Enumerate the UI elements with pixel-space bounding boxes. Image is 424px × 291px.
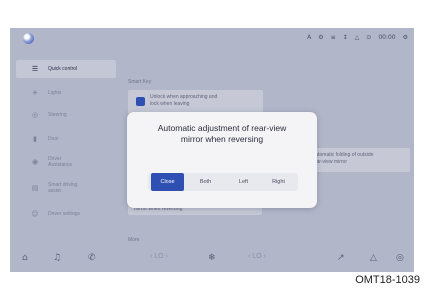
- phone-icon[interactable]: ✆: [88, 252, 96, 264]
- mirror-folding-card[interactable]: Automatic folding of outside rear-view m…: [306, 148, 410, 172]
- mirror-option-selector: Close Both Left Right: [148, 173, 298, 191]
- right-temperature-control[interactable]: ‹ LO ›: [248, 253, 266, 260]
- steering-icon: ◎: [31, 111, 39, 119]
- sidebar-item-steering[interactable]: ◎ Steering: [16, 106, 116, 124]
- status-clock: 00:00: [378, 34, 396, 41]
- door-icon: ▮: [33, 135, 37, 143]
- status-triangle-icon: △: [354, 34, 360, 41]
- unlock-setting-label: Unlock when approaching and lock when le…: [150, 94, 218, 107]
- sidebar-item-label: Quick control: [48, 66, 78, 72]
- option-left-button[interactable]: Left: [227, 173, 260, 191]
- smart-driving-icon: ▤: [31, 184, 39, 192]
- section-title-smart-key: Smart Key: [128, 79, 152, 85]
- status-icons: A ⚙ ≡ ↕ △ ⊙ 00:00 ⚙: [307, 33, 408, 43]
- sidebar-item-label: Door: [48, 136, 59, 142]
- unlock-checkbox[interactable]: [136, 97, 145, 106]
- sidebar-item-label: Driver Assistance: [48, 156, 73, 168]
- fan-icon[interactable]: ❄: [208, 252, 216, 264]
- status-circle-icon: ⊙: [366, 34, 372, 41]
- dialog-title: Automatic adjustment of rear-view mirror…: [157, 123, 287, 144]
- status-a-icon: A: [307, 34, 312, 41]
- seat-icon[interactable]: ↗: [337, 252, 345, 264]
- settings-icon[interactable]: ⚙: [403, 33, 408, 43]
- status-gear-icon: ⚙: [318, 34, 324, 41]
- option-both-button[interactable]: Both: [189, 173, 222, 191]
- bottom-bar: ⌂ ♫ ✆ ‹ LO › ❄ ‹ LO › ↗ △ ◎: [10, 246, 414, 272]
- sidebar-item-door[interactable]: ▮ Door: [16, 130, 116, 148]
- settings-circle-icon[interactable]: ◎: [396, 252, 404, 264]
- settings-sidebar: ☰ Quick control ☀ Lights ◎ Steering ▮ Do…: [16, 50, 118, 246]
- quick-control-icon: ☰: [31, 65, 39, 73]
- driver-settings-icon: ☺: [31, 210, 39, 218]
- driver-assistance-icon: ◉: [31, 158, 39, 166]
- figure-caption: OMT18-1039: [355, 274, 420, 286]
- lights-icon: ☀: [31, 89, 39, 97]
- sidebar-item-label: Lights: [48, 90, 62, 96]
- sidebar-item-quick-control[interactable]: ☰ Quick control: [16, 60, 116, 78]
- sidebar-item-lights[interactable]: ☀ Lights: [16, 84, 116, 102]
- option-right-button[interactable]: Right: [262, 173, 295, 191]
- sidebar-item-driver-settings[interactable]: ☺ Driver settings: [16, 205, 116, 223]
- mirror-adjustment-dialog: Automatic adjustment of rear-view mirror…: [127, 112, 317, 208]
- sidebar-item-label: Smart driving assist: [48, 182, 78, 194]
- infotainment-screen: A ⚙ ≡ ↕ △ ⊙ 00:00 ⚙ ☰ Quick control ☀ Li…: [10, 28, 414, 272]
- section-title-more: More: [128, 237, 140, 243]
- app-logo-icon[interactable]: [23, 33, 34, 44]
- status-bar: A ⚙ ≡ ↕ △ ⊙ 00:00 ⚙: [10, 28, 414, 48]
- option-close-button[interactable]: Close: [151, 173, 184, 191]
- sidebar-item-driver-assistance[interactable]: ◉ Driver Assistance: [16, 153, 116, 171]
- status-arrows-icon: ↕: [342, 34, 348, 41]
- unlock-setting-card[interactable]: Unlock when approaching and lock when le…: [128, 90, 263, 114]
- warning-icon[interactable]: △: [370, 252, 377, 264]
- sidebar-item-smart-driving[interactable]: ▤ Smart driving assist: [16, 179, 116, 197]
- sidebar-item-label: Steering: [48, 112, 67, 118]
- status-menu-icon: ≡: [330, 34, 336, 41]
- sidebar-item-label: Driver settings: [48, 211, 80, 217]
- left-temperature-control[interactable]: ‹ LO ›: [150, 253, 168, 260]
- home-icon[interactable]: ⌂: [22, 252, 28, 264]
- media-icon[interactable]: ♫: [53, 252, 61, 264]
